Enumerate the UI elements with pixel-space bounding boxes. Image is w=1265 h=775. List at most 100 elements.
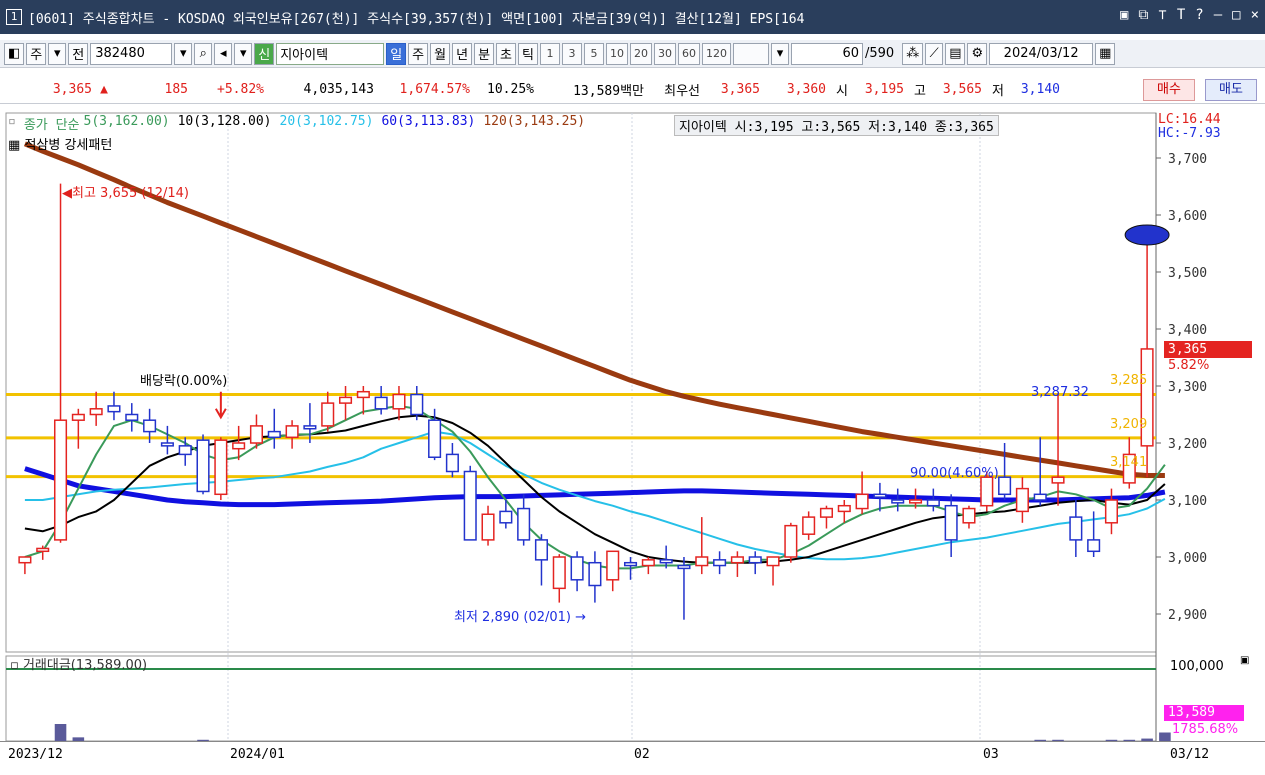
calendar-icon[interactable]: ▦ <box>1095 42 1116 65</box>
search-icon[interactable]: ⌕ <box>194 42 213 65</box>
period-minute[interactable]: 분 <box>474 42 495 65</box>
drawing-tool-icon[interactable]: ⟋ <box>925 42 944 65</box>
pin-icon[interactable]: ⊤ <box>1158 7 1166 23</box>
popout-icon[interactable]: ⧉ <box>1138 7 1148 23</box>
price-chart[interactable]: 3,700 3,600 3,500 3,400 3,300 3,200 3,100 3,000… <box>0 108 1265 775</box>
price-axis-label: 3,700 <box>1168 152 1207 167</box>
candle-body <box>855 493 869 510</box>
candle-body <box>802 516 816 535</box>
candle-body <box>18 556 32 564</box>
candle-body <box>517 507 531 541</box>
price-axis-label: 3,100 <box>1168 494 1207 509</box>
trade-amount: 13,589백만 <box>573 84 644 99</box>
layout-icon[interactable]: ◧ <box>4 42 25 65</box>
period-second[interactable]: 초 <box>496 42 517 65</box>
candle-body <box>267 430 281 439</box>
mode-select[interactable]: 주 <box>26 42 47 65</box>
candle-body <box>321 402 335 427</box>
price-change-pct: +5.82% <box>217 82 264 97</box>
window-icon[interactable]: ▣ <box>1120 7 1128 23</box>
interval-custom-input[interactable] <box>732 42 769 65</box>
candle-body <box>891 499 905 504</box>
minimize-icon[interactable]: – <box>1214 7 1222 23</box>
window-title: [0601] 주식종합차트 - KOSDAQ 외국인보유[267(천)] 주식수… <box>28 11 805 27</box>
candle-body <box>338 396 353 404</box>
interval-20[interactable]: 20 <box>629 42 652 65</box>
low-annotation: 최저 2,890 (02/01) → <box>454 610 587 625</box>
interval-120[interactable]: 120 <box>701 42 731 65</box>
speaker-icon[interactable]: ◂ <box>214 42 233 65</box>
candle-body <box>1015 487 1029 513</box>
interval-3[interactable]: 3 <box>561 42 582 65</box>
legend-ma120: 120(3,143.25) <box>483 114 586 129</box>
sell-button[interactable]: 매도 <box>1205 79 1257 101</box>
high-marker-ellipse <box>1124 224 1170 246</box>
buy-button[interactable]: 매수 <box>1143 79 1195 101</box>
candle-body <box>695 556 709 567</box>
date-input[interactable]: 2024/03/12 <box>989 42 1094 65</box>
volume-value-tag: 13,589 <box>1164 705 1244 721</box>
stock-code-input[interactable]: 382480 <box>90 42 173 65</box>
period-tick[interactable]: 틱 <box>518 42 538 65</box>
volume-axis-top: 100,000 <box>1170 659 1224 674</box>
candle-body <box>641 559 655 567</box>
period-month[interactable]: 월 <box>430 42 451 65</box>
window-number: 1 <box>6 9 22 25</box>
speaker-dropdown-icon[interactable]: ▾ <box>234 42 253 65</box>
quote-bar: 3,365 ▲ 185 +5.82% 4,035,143 1,674.57% 1… <box>0 76 1265 104</box>
candle-body <box>730 556 744 564</box>
volume-bar <box>54 724 67 741</box>
interval-30[interactable]: 30 <box>653 42 676 65</box>
price-axis-label: 3,600 <box>1168 209 1207 224</box>
mode-dropdown-icon[interactable]: ▾ <box>48 42 67 65</box>
price-axis-label: 3,200 <box>1168 437 1207 452</box>
last-price-tag: 3,365 <box>1164 341 1252 358</box>
period-day[interactable]: 일 <box>386 42 407 65</box>
gear-icon[interactable]: ⚙ <box>967 42 988 65</box>
date-label-current: 03/12 <box>1170 747 1210 762</box>
candle-body <box>125 413 139 421</box>
candle-body <box>143 419 157 433</box>
font-icon[interactable]: T <box>1177 7 1185 23</box>
candle-body <box>766 556 780 567</box>
hc-value: HC:-7.93 <box>1158 126 1221 141</box>
stock-name-field[interactable]: 지아이텍 <box>276 42 385 65</box>
pattern-label: ▦ 적삼병 강세패턴 <box>8 134 112 153</box>
candle-body <box>713 559 727 567</box>
panel-collapse-icon[interactable]: ▣ <box>1240 655 1249 666</box>
candle-body <box>410 393 424 416</box>
candle-body <box>1069 516 1083 541</box>
period-year[interactable]: 년 <box>452 42 473 65</box>
high-label: 고 <box>914 84 926 99</box>
maximize-icon[interactable]: □ <box>1232 7 1240 23</box>
close-icon[interactable]: × <box>1251 7 1259 23</box>
candle-body <box>1087 539 1101 553</box>
candle-body <box>570 556 584 581</box>
window-titlebar[interactable]: 1 [0601] 주식종합차트 - KOSDAQ 외국인보유[267(천)] 주… <box>0 0 1265 34</box>
pattern-text: 적삼병 강세패턴 <box>24 138 113 153</box>
prefix-button[interactable]: 전 <box>68 42 89 65</box>
candle-body <box>160 442 174 447</box>
indicator-icon[interactable]: ⁂ <box>902 42 924 65</box>
candle-body <box>249 425 264 444</box>
interval-dropdown-icon[interactable]: ▾ <box>770 42 789 65</box>
candle-body <box>178 445 192 456</box>
interval-5[interactable]: 5 <box>583 42 604 65</box>
price-axis-label: 3,300 <box>1168 380 1207 395</box>
candle-body <box>552 556 566 590</box>
interval-1[interactable]: 1 <box>539 42 560 65</box>
candle-body <box>196 439 210 493</box>
period-week[interactable]: 주 <box>408 42 429 65</box>
interval-10[interactable]: 10 <box>605 42 628 65</box>
candle-body <box>445 453 459 473</box>
candle-body <box>232 442 246 450</box>
help-icon[interactable]: ? <box>1195 7 1203 23</box>
candle-body <box>944 504 958 541</box>
candle-body <box>356 390 370 399</box>
code-dropdown-icon[interactable]: ▾ <box>174 42 193 65</box>
save-icon[interactable]: ▤ <box>945 42 966 65</box>
candle-body <box>623 561 638 567</box>
hline-label-2: 3,209 <box>1110 417 1148 432</box>
interval-60[interactable]: 60 <box>677 42 700 65</box>
bar-count-input[interactable]: 60 <box>790 42 863 65</box>
